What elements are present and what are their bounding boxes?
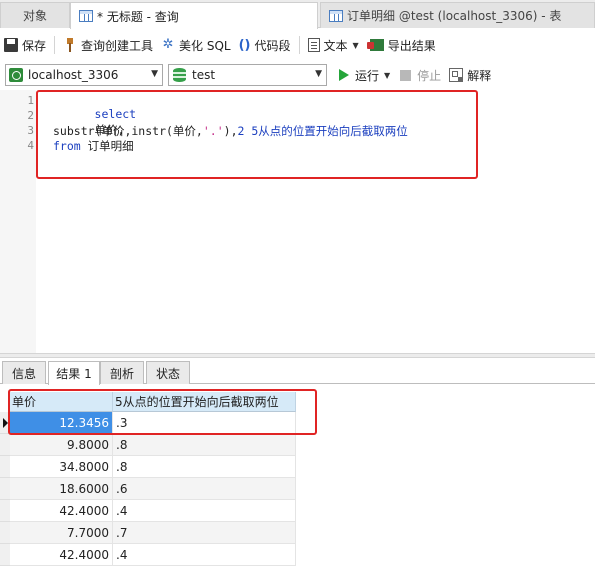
snippet-button[interactable]: () 代码段 bbox=[235, 33, 295, 57]
text-button[interactable]: 文本 ▼ bbox=[304, 33, 363, 57]
chevron-down-icon: ▼ bbox=[315, 69, 322, 79]
save-button[interactable]: 保存 bbox=[0, 33, 50, 57]
sql-editor[interactable]: 1 2 3 4 select 单价, substr(单价,instr(单价,'.… bbox=[0, 90, 595, 353]
hammer-icon bbox=[63, 38, 77, 52]
tab-info-label: 信息 bbox=[11, 366, 36, 381]
save-label: 保存 bbox=[22, 38, 47, 53]
row-selector[interactable] bbox=[0, 522, 10, 544]
tab-profile[interactable]: 剖析 bbox=[100, 361, 144, 384]
connection-select[interactable]: localhost_3306 ▼ bbox=[5, 64, 163, 86]
beautify-sql-label: 美化 SQL bbox=[179, 38, 231, 53]
chevron-down-icon: ▼ bbox=[384, 70, 391, 80]
query-icon bbox=[79, 10, 93, 22]
save-icon bbox=[4, 38, 18, 52]
table-cell[interactable]: 18.6000 bbox=[10, 478, 113, 500]
table-cell[interactable]: 42.4000 bbox=[10, 544, 113, 566]
beautify-sql-button[interactable]: ✲ 美化 SQL bbox=[157, 33, 235, 57]
table-cell[interactable]: .7 bbox=[113, 522, 296, 544]
table-cell[interactable]: 9.8000 bbox=[10, 434, 113, 456]
query-builder-button[interactable]: 查询创建工具 bbox=[59, 33, 157, 57]
row-selector[interactable] bbox=[0, 456, 10, 478]
tab-status[interactable]: 状态 bbox=[146, 361, 190, 384]
main-toolbar: 保存 查询创建工具 ✲ 美化 SQL () 代码段 文本 ▼ 导出结果 bbox=[0, 31, 595, 59]
tab-table-label: 订单明细 @test (localhost_3306) - 表 bbox=[347, 9, 562, 23]
explain-button[interactable]: 解释 bbox=[445, 63, 495, 87]
table-cell[interactable]: .4 bbox=[113, 544, 296, 566]
stop-button[interactable]: 停止 bbox=[394, 63, 445, 87]
line-number: 2 bbox=[27, 109, 34, 122]
line-number-gutter: 1 2 3 4 bbox=[0, 90, 36, 353]
export-result-label: 导出结果 bbox=[387, 38, 436, 53]
table-cell[interactable]: 34.8000 bbox=[10, 456, 113, 478]
run-label: 运行 bbox=[355, 68, 380, 83]
row-selector[interactable] bbox=[0, 500, 10, 522]
connection-toolbar: localhost_3306 ▼ test ▼ 运行 ▼ 停止 解释 bbox=[0, 62, 595, 88]
tab-profile-label: 剖析 bbox=[109, 366, 134, 381]
document-icon bbox=[307, 38, 320, 52]
tab-result-1[interactable]: 结果 1 bbox=[48, 361, 100, 385]
magic-wand-icon: ✲ bbox=[162, 37, 174, 52]
result-grid: 单价 5从点的位置开始向后截取两位 12.3456 .3 9.8000 .8 3… bbox=[0, 385, 595, 568]
database-icon bbox=[173, 68, 186, 82]
stop-label: 停止 bbox=[417, 68, 442, 83]
table-icon bbox=[329, 9, 343, 22]
table-cell[interactable]: .8 bbox=[113, 434, 296, 456]
result-highlight-box bbox=[8, 389, 317, 435]
tab-info[interactable]: 信息 bbox=[2, 361, 46, 384]
line-number: 3 bbox=[27, 124, 34, 137]
line-number: 1 bbox=[27, 94, 34, 107]
tab-objects[interactable]: 对象 bbox=[0, 2, 70, 28]
tab-query[interactable]: * 无标题 - 查询 bbox=[70, 2, 318, 29]
tab-bar: 对象 * 无标题 - 查询 订单明细 @test (localhost_3306… bbox=[0, 0, 595, 29]
connection-icon bbox=[9, 68, 23, 82]
tab-objects-label: 对象 bbox=[22, 9, 47, 23]
database-select[interactable]: test ▼ bbox=[168, 64, 327, 86]
tab-status-label: 状态 bbox=[155, 366, 180, 381]
connection-value: localhost_3306 bbox=[28, 68, 119, 82]
tab-result-1-label: 结果 1 bbox=[56, 367, 92, 381]
toolbar-divider bbox=[54, 36, 56, 54]
table-cell[interactable]: 7.7000 bbox=[10, 522, 113, 544]
database-value: test bbox=[192, 68, 216, 82]
row-selector[interactable] bbox=[0, 478, 10, 500]
stop-icon bbox=[400, 69, 412, 81]
query-builder-label: 查询创建工具 bbox=[81, 38, 154, 53]
tab-query-label: * 无标题 - 查询 bbox=[97, 9, 179, 24]
sql-highlight-box bbox=[36, 90, 478, 179]
run-button[interactable]: 运行 ▼ bbox=[333, 63, 394, 87]
play-icon bbox=[339, 69, 349, 81]
export-icon bbox=[366, 39, 384, 51]
text-label: 文本 bbox=[323, 38, 348, 53]
table-cell[interactable]: 42.4000 bbox=[10, 500, 113, 522]
export-result-button[interactable]: 导出结果 bbox=[363, 33, 440, 57]
chevron-down-icon: ▼ bbox=[352, 40, 359, 50]
row-selector[interactable] bbox=[0, 544, 10, 566]
chevron-down-icon: ▼ bbox=[151, 69, 158, 79]
snippet-icon: () bbox=[238, 37, 251, 53]
table-cell[interactable]: .4 bbox=[113, 500, 296, 522]
tab-table[interactable]: 订单明细 @test (localhost_3306) - 表 bbox=[320, 2, 595, 28]
explain-icon bbox=[449, 68, 464, 82]
snippet-label: 代码段 bbox=[254, 38, 291, 53]
row-selector[interactable] bbox=[0, 434, 10, 456]
table-cell[interactable]: .8 bbox=[113, 456, 296, 478]
explain-label: 解释 bbox=[467, 68, 492, 83]
table-cell[interactable]: .6 bbox=[113, 478, 296, 500]
line-number: 4 bbox=[27, 139, 34, 152]
result-tabs: 信息 结果 1 剖析 状态 bbox=[0, 358, 595, 385]
toolbar-divider bbox=[298, 36, 300, 54]
